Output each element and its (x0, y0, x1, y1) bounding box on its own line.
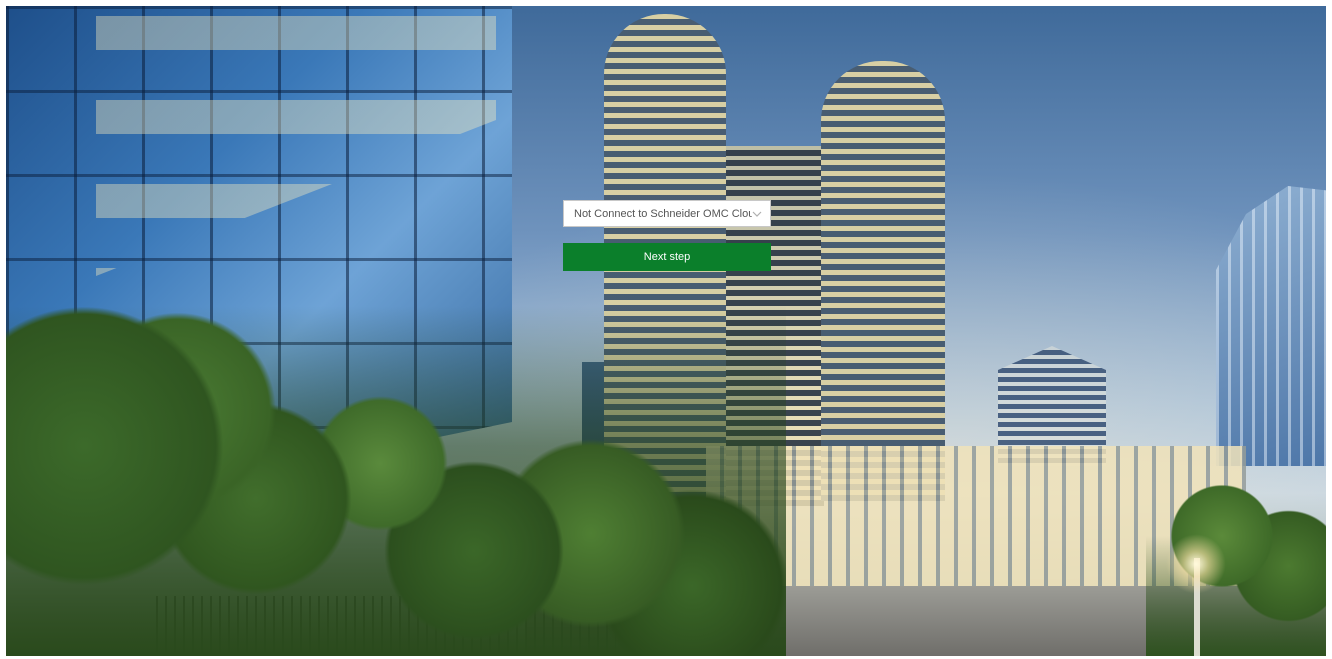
cloud-connection-select[interactable]: Not Connect to Schneider OMC Cloud (563, 200, 771, 227)
chevron-down-icon (752, 209, 762, 219)
cloud-connection-form: Not Connect to Schneider OMC Cloud Next … (563, 200, 771, 271)
background-trees (6, 306, 786, 656)
lamp-glow (1166, 534, 1226, 594)
next-step-button[interactable]: Next step (563, 243, 771, 271)
cloud-connection-selected-value: Not Connect to Schneider OMC Cloud (574, 207, 752, 220)
background-photo (6, 6, 1326, 656)
background-tower (821, 61, 945, 501)
